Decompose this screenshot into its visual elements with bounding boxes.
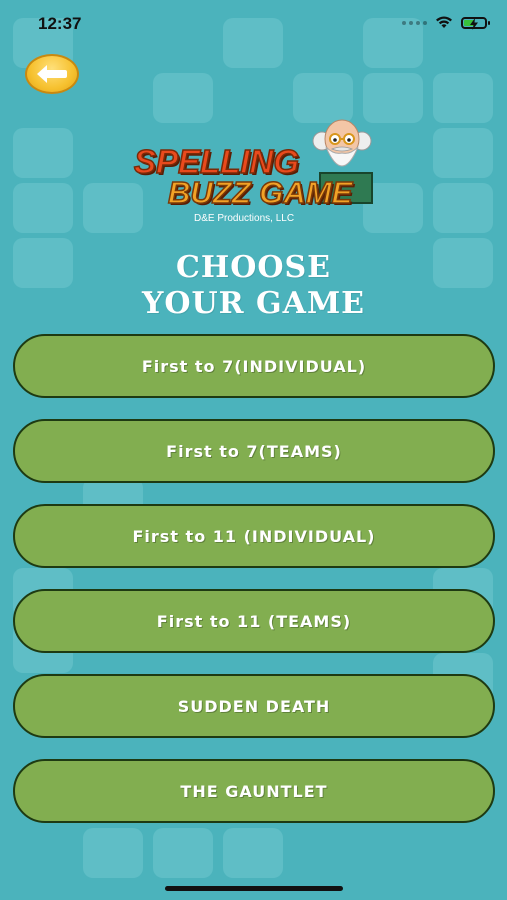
back-button[interactable] <box>25 54 79 94</box>
background-tile <box>433 128 493 178</box>
game-first-to-7-individual-button[interactable]: First to 7(INDIVIDUAL) <box>13 334 495 398</box>
logo-company: D&E Productions, LLC <box>194 213 295 224</box>
back-arrow-icon <box>37 65 67 83</box>
game-button-label: THE GAUNTLET <box>180 781 328 801</box>
game-sudden-death-button[interactable]: SUDDEN DEATH <box>13 674 495 738</box>
cellular-signal-icon <box>402 20 427 25</box>
background-tile <box>13 128 73 178</box>
wifi-icon <box>436 16 452 28</box>
game-button-label: First to 11 (INDIVIDUAL) <box>132 526 376 546</box>
app-logo: SPELLING BUZZ GAME D&E Productions, LLC <box>130 115 380 230</box>
battery-icon <box>461 16 490 30</box>
game-first-to-11-individual-button[interactable]: First to 11 (INDIVIDUAL) <box>13 504 495 568</box>
logo-title-line2: BUZZ GAME <box>167 174 353 211</box>
background-tile <box>13 183 73 233</box>
background-tile <box>433 73 493 123</box>
status-icons <box>402 16 490 30</box>
status-bar: 12:37 <box>0 0 507 50</box>
page-title-line2: YOUR GAME <box>141 286 366 321</box>
page-title-line1: CHOOSE <box>175 250 332 285</box>
home-indicator[interactable] <box>165 886 343 891</box>
background-tile <box>433 183 493 233</box>
game-button-label: First to 11 (TEAMS) <box>156 611 352 631</box>
game-button-label: First to 7(TEAMS) <box>166 441 342 461</box>
game-button-label: SUDDEN DEATH <box>177 696 331 716</box>
status-time: 12:37 <box>38 14 82 33</box>
game-button-label: First to 7(INDIVIDUAL) <box>141 356 367 376</box>
game-first-to-7-teams-button[interactable]: First to 7(TEAMS) <box>13 419 495 483</box>
game-the-gauntlet-button[interactable]: THE GAUNTLET <box>13 759 495 823</box>
game-first-to-11-teams-button[interactable]: First to 11 (TEAMS) <box>13 589 495 653</box>
game-mode-list: First to 7(INDIVIDUAL) First to 7(TEAMS)… <box>13 334 495 844</box>
